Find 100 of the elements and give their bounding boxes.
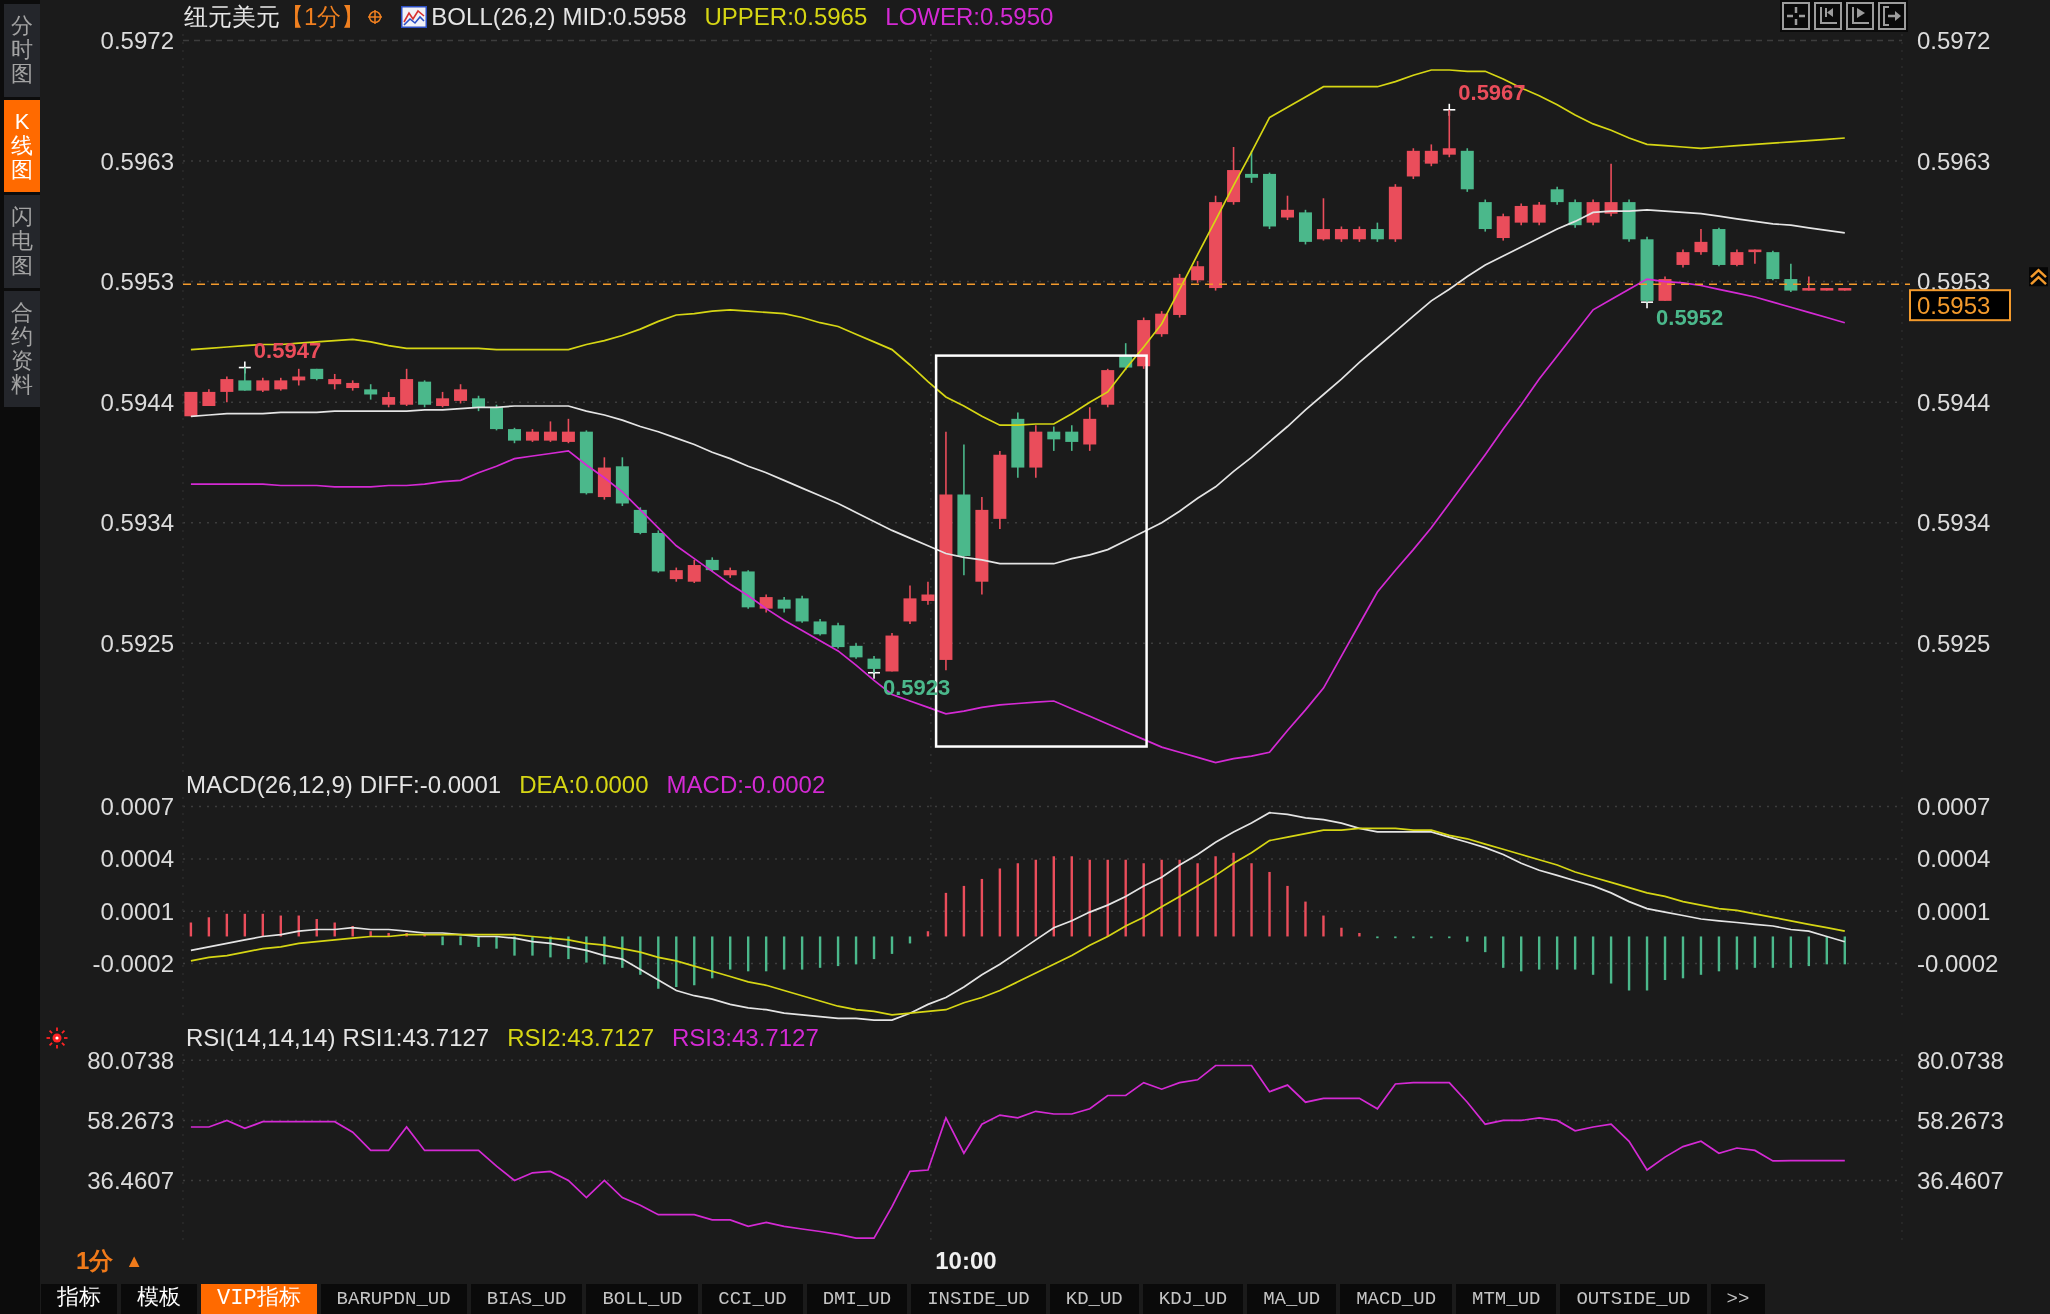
candlestick: [1442, 109, 1456, 159]
candlestick: [1298, 209, 1312, 246]
indicator-tab[interactable]: KD_UD: [1049, 1284, 1139, 1314]
price-axis-label: 0.5972: [1917, 27, 1991, 55]
candlestick: [1784, 262, 1798, 293]
candlestick: [1838, 287, 1852, 292]
axes-step-back-icon[interactable]: [1814, 2, 1842, 30]
macd-axis-label: -0.0002: [92, 949, 174, 977]
candlestick: [813, 618, 827, 637]
indicator-tab[interactable]: INSIDE_UD: [911, 1284, 1046, 1314]
macd-axis-label: 0.0007: [100, 793, 174, 821]
sidebar-tab[interactable]: 分时图: [4, 4, 40, 97]
indicator-tab[interactable]: 指标: [41, 1284, 117, 1314]
candlestick: [1820, 287, 1834, 292]
sidebar-tab[interactable]: 合约资料: [4, 290, 40, 408]
candlestick: [454, 383, 468, 405]
price-axis-label: 0.5934: [1917, 509, 1991, 537]
legend-value: MID:0.5958: [562, 5, 687, 29]
candlestick: [1640, 235, 1654, 303]
candlestick: [436, 391, 450, 409]
candlestick: [508, 427, 521, 444]
indicator-name: RSI(14,14,14): [186, 1025, 336, 1050]
macd-axis-label: 0.0007: [1917, 793, 1991, 821]
indicator-tab[interactable]: BOLL_UD: [586, 1284, 699, 1314]
candlestick: [1155, 310, 1169, 338]
sun-icon: [46, 1026, 68, 1049]
indicator-tab[interactable]: CCI_UD: [702, 1284, 803, 1314]
candlestick: [1766, 250, 1780, 282]
candlestick: [1263, 171, 1276, 230]
indicator-tab[interactable]: DMI_UD: [806, 1284, 908, 1314]
candlestick: [346, 379, 360, 392]
candlestick: [579, 429, 593, 496]
legend-value: RSI2:43.7127: [507, 1025, 654, 1050]
candlestick: [1083, 406, 1097, 452]
candlestick: [831, 621, 845, 650]
candlestick: [1281, 194, 1294, 221]
candlestick: [525, 428, 539, 443]
indicator-tab[interactable]: 模板: [121, 1284, 197, 1314]
candlestick: [1586, 198, 1600, 226]
candlestick: [274, 377, 288, 392]
candlestick: [1424, 143, 1438, 167]
indicator-tab[interactable]: MA_UD: [1247, 1284, 1337, 1314]
line-chart-icon: [401, 6, 428, 28]
price-axis-label: 0.5925: [1917, 629, 1991, 657]
candlestick: [256, 377, 270, 393]
macd-axis-label: 0.0001: [100, 897, 174, 925]
indicator-tab[interactable]: MTM_UD: [1456, 1284, 1557, 1314]
legend-value: MACD:-0.0002: [666, 772, 826, 797]
candlestick: [903, 584, 917, 625]
price-axis-label: 0.5944: [100, 388, 174, 416]
indicator-tab[interactable]: MACD_UD: [1340, 1284, 1453, 1314]
candlestick: [400, 368, 414, 407]
axes-play-icon[interactable]: [1846, 2, 1874, 30]
candlestick: [1191, 260, 1205, 284]
candlestick: [723, 566, 737, 579]
double-chevron-up-icon: [2029, 267, 2048, 287]
indicator-tab[interactable]: BIAS_UD: [470, 1284, 583, 1314]
candlestick: [615, 456, 629, 507]
indicator-tab[interactable]: >>: [1710, 1284, 1766, 1314]
candlestick: [1478, 198, 1492, 233]
candlestick: [1029, 424, 1043, 479]
price-axis-label: 0.5925: [100, 629, 174, 657]
candlestick: [1622, 198, 1636, 243]
crosshair-icon[interactable]: [1782, 2, 1810, 30]
sidebar-tab[interactable]: 闪电图: [4, 195, 40, 288]
price-axis-label: 0.5963: [1917, 147, 1991, 175]
candlestick: [849, 642, 863, 660]
indicator-tab[interactable]: OUTSIDE_UD: [1560, 1284, 1707, 1314]
candlestick: [687, 559, 701, 584]
candlestick: [1748, 248, 1762, 265]
crosshair-circle-icon: [368, 10, 383, 24]
candlestick: [1496, 212, 1510, 242]
candlestick: [1101, 368, 1115, 409]
macd-axis-label: 0.0004: [100, 845, 174, 873]
candlestick: [310, 368, 324, 382]
candlestick: [1227, 146, 1241, 206]
indicator-tab[interactable]: BARUPDN_UD: [320, 1284, 467, 1314]
candlestick: [867, 655, 881, 674]
candlestick: [1406, 147, 1420, 180]
candlestick: [633, 506, 647, 536]
legend-value: DEA:0.0000: [519, 772, 649, 797]
candlestick: [220, 375, 234, 403]
high-price-label: 0.5947: [253, 338, 322, 364]
candlestick: [1532, 201, 1546, 226]
indicator-name: MACD(26,12,9): [186, 772, 353, 797]
candlestick: [1604, 162, 1618, 217]
candlestick: [741, 569, 755, 610]
candlestick: [1388, 183, 1402, 243]
candlestick: [759, 593, 773, 614]
period-label: 1分: [76, 1249, 114, 1273]
candlestick: [472, 394, 486, 412]
legend-value: DIFF:-0.0001: [359, 772, 502, 797]
candlestick: [669, 566, 683, 583]
period-label: 【1分】: [280, 5, 366, 29]
indicator-tab[interactable]: KDJ_UD: [1142, 1284, 1244, 1314]
indicator-name: BOLL(26,2): [431, 5, 556, 29]
candlestick: [1802, 275, 1816, 292]
candlestick: [543, 420, 557, 443]
candlestick: [1676, 248, 1690, 269]
rsi-axis-label: 36.4607: [87, 1167, 174, 1195]
